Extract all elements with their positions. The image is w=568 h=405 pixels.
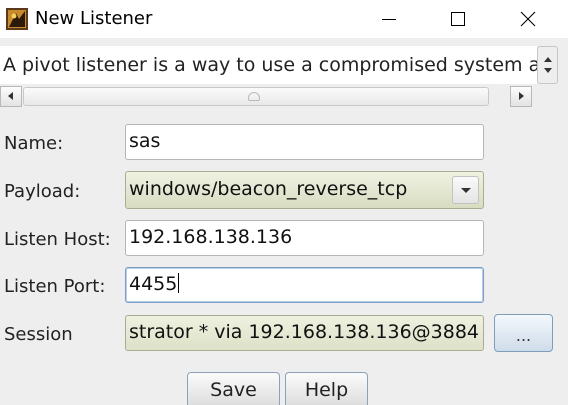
chevron-down-icon[interactable] <box>452 176 479 204</box>
window-title: New Listener <box>35 8 153 29</box>
listen-port-field[interactable]: 4455 <box>125 267 484 303</box>
listen-host-field[interactable]: 192.168.138.136 <box>125 220 484 256</box>
listen-port-value: 4455 <box>129 273 178 295</box>
name-field[interactable]: sas <box>125 124 484 160</box>
close-icon <box>520 11 536 27</box>
vertical-scrollbar[interactable] <box>537 46 558 84</box>
text-caret <box>178 273 180 293</box>
session-label: Session <box>4 324 73 345</box>
name-label: Name: <box>4 133 64 154</box>
new-listener-dialog: New Listener A pivot listener is a way t… <box>0 0 568 405</box>
maximize-icon <box>451 12 465 26</box>
dialog-content: A pivot listener is a way to use a compr… <box>0 38 568 405</box>
description-text: A pivot listener is a way to use a compr… <box>3 54 537 76</box>
cobalt-strike-app-icon <box>6 8 28 30</box>
session-field[interactable]: strator * via 192.168.138.136@3884 <box>125 315 484 351</box>
description-area: A pivot listener is a way to use a compr… <box>0 46 537 84</box>
horizontal-scrollbar[interactable] <box>0 86 536 107</box>
payload-select[interactable]: windows/beacon_reverse_tcp <box>125 171 484 209</box>
save-button[interactable]: Save <box>187 372 280 405</box>
scroll-up-icon[interactable] <box>544 57 552 62</box>
payload-label: Payload: <box>4 181 81 202</box>
minimize-button[interactable] <box>355 0 423 38</box>
scroll-grip-icon <box>248 92 260 101</box>
close-button[interactable] <box>494 0 562 38</box>
session-browse-button[interactable]: ... <box>494 314 553 352</box>
help-button[interactable]: Help <box>285 372 368 405</box>
listen-host-label: Listen Host: <box>4 229 111 250</box>
minimize-icon <box>382 19 396 20</box>
scroll-down-icon[interactable] <box>544 68 552 73</box>
scroll-thumb[interactable] <box>23 87 489 106</box>
title-bar[interactable]: New Listener <box>0 0 568 38</box>
maximize-button[interactable] <box>424 0 492 38</box>
payload-selected-value: windows/beacon_reverse_tcp <box>129 178 408 200</box>
listen-port-label: Listen Port: <box>4 276 106 297</box>
scroll-right-icon[interactable] <box>510 86 532 107</box>
scroll-left-icon[interactable] <box>0 86 22 107</box>
